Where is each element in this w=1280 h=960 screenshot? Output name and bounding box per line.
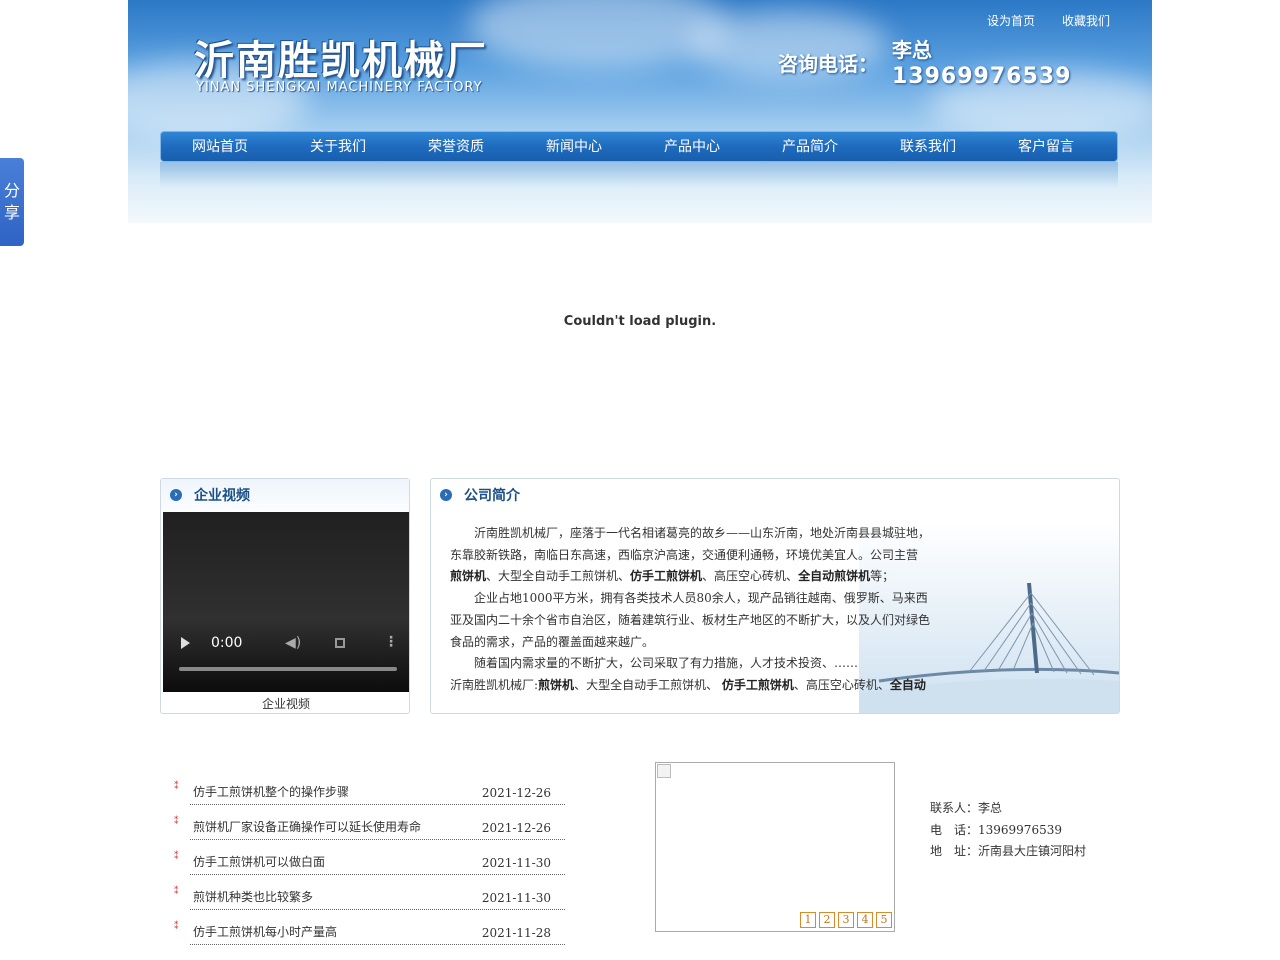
keyword-link[interactable]: 仿手工煎饼机 [722, 678, 794, 692]
slider-pager: 1 2 3 4 5 [800, 912, 892, 928]
slider-page-4[interactable]: 4 [857, 912, 873, 928]
contact-person: 联系人：李总 [930, 801, 1003, 815]
intro-text: 沂南胜凯机械厂，座落于一代名相诸葛亮的故乡——山东沂南，地处沂南县县城驻地，东靠… [450, 523, 930, 697]
header-banner: 沂南胜凯机械厂 YINAN SHENGKAI MACHINERY FACTORY… [128, 0, 1152, 223]
intro-paragraph-2: 企业占地1000平方米，拥有各类技术人员80余人，现产品销往越南、俄罗斯、马来西… [450, 591, 931, 649]
arrow-bullet-icon: › [170, 489, 182, 501]
video-caption: 企业视频 [261, 697, 310, 711]
video-time: 0:00 [211, 635, 243, 651]
slider-page-1[interactable]: 1 [800, 912, 816, 928]
set-homepage-link[interactable]: 设为首页 [987, 12, 1035, 29]
nav-news[interactable]: 新闻中心 [515, 132, 633, 161]
nav-about[interactable]: 关于我们 [279, 132, 397, 161]
news-title[interactable]: 仿手工煎饼机可以做白面 [193, 853, 325, 870]
contact-address: 地 址：沂南县大庄镇河阳村 [930, 844, 1087, 858]
video-player[interactable]: 0:00 ◀) ⋮ [163, 512, 409, 692]
bullet-icon: ⁑ [174, 782, 179, 792]
slider-page-3[interactable]: 3 [838, 912, 854, 928]
nav-shadow [160, 162, 1118, 188]
news-list: ⁑ 仿手工煎饼机整个的操作步骤 2021-12-26 ⁑ 煎饼机厂家设备正确操作… [174, 771, 565, 946]
phone-number: 13969976539 [892, 64, 1072, 89]
video-box-title: 企业视频 [194, 488, 250, 504]
plugin-error-message: Couldn't load plugin. [563, 314, 717, 329]
news-item[interactable]: ⁑ 仿手工煎饼机可以做白面 2021-11-30 [174, 841, 565, 875]
logo-english: YINAN SHENGKAI MACHINERY FACTORY [196, 80, 483, 95]
top-links: 设为首页 收藏我们 [987, 12, 1110, 29]
nav-home[interactable]: 网站首页 [161, 132, 279, 161]
slider-page-5[interactable]: 5 [876, 912, 892, 928]
image-slider[interactable]: 1 2 3 4 5 [655, 762, 895, 932]
intro-paragraph-4: 沂南胜凯机械厂:煎饼机、大型全自动手工煎饼机、 仿手工煎饼机、高压空心砖机、全自… [450, 677, 926, 692]
intro-paragraph-1: 沂南胜凯机械厂，座落于一代名相诸葛亮的故乡——山东沂南，地处沂南县县城驻地，东靠… [450, 526, 931, 584]
nav-guestbook[interactable]: 客户留言 [987, 132, 1105, 161]
nav-contact[interactable]: 联系我们 [869, 132, 987, 161]
news-date: 2021-11-30 [481, 891, 551, 905]
keyword-link[interactable]: 仿手工煎饼机 [630, 569, 702, 583]
news-date: 2021-12-26 [481, 821, 551, 835]
play-icon[interactable] [181, 637, 190, 649]
intro-box-header: › 公司简介 [431, 479, 1119, 511]
phone-label: 咨询电话： [778, 52, 878, 76]
fullscreen-icon[interactable] [335, 638, 345, 648]
news-title[interactable]: 煎饼机种类也比较繁多 [193, 888, 313, 905]
news-date: 2021-11-30 [481, 856, 551, 870]
volume-icon[interactable]: ◀) [285, 635, 301, 651]
news-title[interactable]: 仿手工煎饼机整个的操作步骤 [193, 783, 349, 800]
news-date: 2021-11-28 [481, 926, 551, 940]
nav-products[interactable]: 产品中心 [633, 132, 751, 161]
share-char-2: 享 [3, 203, 20, 222]
bullet-icon: ⁑ [174, 817, 179, 827]
contact-phone: 电 话：13969976539 [930, 822, 1062, 837]
video-box: › 企业视频 0:00 ◀) ⋮ 企业视频 [160, 478, 410, 714]
keyword-link[interactable]: 煎饼机 [538, 678, 574, 692]
bullet-icon: ⁑ [174, 852, 179, 862]
news-title[interactable]: 煎饼机厂家设备正确操作可以延长使用寿命 [193, 818, 421, 835]
keyword-link[interactable]: 全自动 [890, 678, 926, 692]
more-options-icon[interactable]: ⋮ [384, 634, 398, 650]
bullet-icon: ⁑ [174, 922, 179, 932]
news-item[interactable]: ⁑ 煎饼机厂家设备正确操作可以延长使用寿命 2021-12-26 [174, 806, 565, 840]
news-date: 2021-12-26 [481, 786, 551, 800]
news-title[interactable]: 仿手工煎饼机每小时产量高 [193, 923, 337, 940]
keyword-link[interactable]: 煎饼机 [450, 569, 486, 583]
slider-page-2[interactable]: 2 [819, 912, 835, 928]
intro-paragraph-3: 随着国内需求量的不断扩大，公司采取了有力措施，人才技术投资、…… [474, 656, 859, 671]
arrow-bullet-icon: › [440, 489, 452, 501]
share-tab[interactable]: 分 享 [0, 158, 24, 246]
nav-honors[interactable]: 荣誉资质 [397, 132, 515, 161]
bookmark-link[interactable]: 收藏我们 [1062, 12, 1110, 29]
company-intro-box: › 公司简介 沂南胜凯机械厂，座落于一代名相诸葛亮的故乡——山东沂南，地处沂南县… [430, 478, 1120, 714]
intro-box-title: 公司简介 [464, 488, 520, 504]
news-item[interactable]: ⁑ 仿手工煎饼机每小时产量高 2021-11-28 [174, 911, 565, 945]
broken-image-icon [657, 764, 671, 778]
keyword-link[interactable]: 全自动煎饼机 [798, 569, 870, 583]
video-progress-bar[interactable] [179, 667, 397, 671]
bullet-icon: ⁑ [174, 887, 179, 897]
news-item[interactable]: ⁑ 仿手工煎饼机整个的操作步骤 2021-12-26 [174, 771, 565, 805]
main-nav: 网站首页 关于我们 荣誉资质 新闻中心 产品中心 产品简介 联系我们 客户留言 [160, 131, 1118, 162]
news-item[interactable]: ⁑ 煎饼机种类也比较繁多 2021-11-30 [174, 876, 565, 910]
logo-chinese: 沂南胜凯机械厂 [194, 38, 488, 84]
nav-product-intro[interactable]: 产品简介 [751, 132, 869, 161]
video-box-header: › 企业视频 [161, 479, 409, 511]
share-char-1: 分 [3, 181, 20, 200]
phone-contact-name: 李总 [892, 38, 932, 62]
contact-info: 联系人：李总 电 话：13969976539 地 址：沂南县大庄镇河阳村 [930, 798, 1086, 863]
cloud-decoration [468, 0, 728, 70]
